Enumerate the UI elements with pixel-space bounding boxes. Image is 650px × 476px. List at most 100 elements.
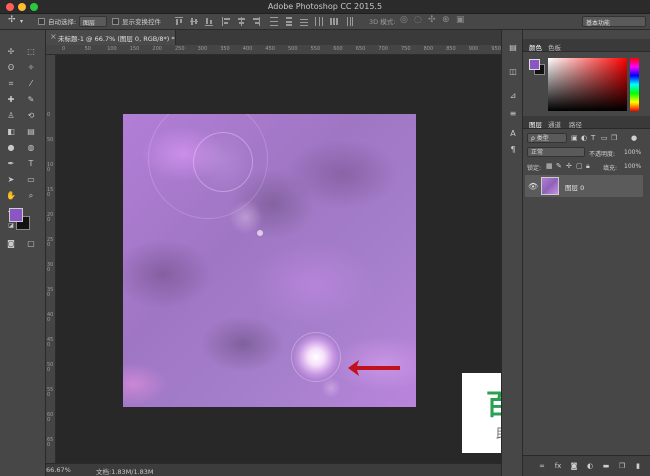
eraser-tool-icon[interactable]: ◧: [4, 126, 18, 137]
lock-position-icon[interactable]: ✢: [566, 162, 572, 170]
distribute-top-icon[interactable]: [270, 17, 278, 26]
layer-name[interactable]: 图层 0: [565, 182, 584, 192]
zoom-tool-icon[interactable]: ⌕: [24, 190, 38, 201]
foreground-color-swatch[interactable]: [9, 208, 23, 222]
align-right-icon[interactable]: [252, 17, 260, 26]
distribute-hcenter-icon[interactable]: [330, 17, 338, 26]
move-tool-icon[interactable]: ✢: [8, 15, 16, 25]
auto-select-dropdown[interactable]: 图层: [79, 16, 107, 27]
tab-layers[interactable]: 图层: [529, 119, 542, 129]
trash-icon[interactable]: ▮: [633, 461, 643, 471]
layer-effects-icon[interactable]: fx: [553, 461, 563, 471]
show-transform-checkbox[interactable]: [112, 18, 119, 25]
clone-stamp-tool-icon[interactable]: ♙: [4, 110, 18, 121]
gradient-tool-icon[interactable]: ▤: [24, 126, 38, 137]
properties-panel-icon[interactable]: ◫: [507, 66, 519, 77]
blend-mode-dropdown[interactable]: 正常: [527, 147, 585, 157]
paragraph-panel-icon[interactable]: ¶: [507, 144, 519, 155]
layer-mask-icon[interactable]: ◙: [569, 461, 579, 471]
character-panel-icon[interactable]: A: [507, 128, 519, 139]
adjustment-layer-icon[interactable]: ◐: [585, 461, 595, 471]
rectangle-tool-icon[interactable]: ▭: [24, 174, 38, 185]
fill-value[interactable]: 100%: [624, 163, 641, 170]
filter-pixel-icon[interactable]: ▣: [571, 134, 578, 142]
history-brush-tool-icon[interactable]: ⟲: [24, 110, 38, 121]
opacity-label: 不透明度:: [589, 151, 616, 158]
lock-pixels-icon[interactable]: ✎: [556, 162, 562, 170]
zoom-level[interactable]: 66.67%: [46, 466, 71, 474]
document-size-info[interactable]: 文档:1.83M/1.83M: [96, 466, 154, 476]
lock-artboard-icon[interactable]: ▢: [576, 162, 583, 170]
color-picker-field[interactable]: [548, 58, 627, 111]
tab-swatches[interactable]: 色板: [548, 42, 561, 52]
filter-adjustment-icon[interactable]: ◐: [581, 134, 587, 142]
crop-tool-icon[interactable]: ⌗: [4, 78, 18, 89]
quick-mask-icon[interactable]: ◙: [4, 238, 18, 249]
tab-channels[interactable]: 通道: [548, 119, 561, 129]
distribute-vcenter-icon[interactable]: [285, 17, 293, 26]
chevron-down-icon[interactable]: ▾: [20, 17, 23, 27]
opacity-value[interactable]: 100%: [624, 149, 641, 156]
tab-color[interactable]: 颜色: [529, 42, 542, 52]
lock-all-icon[interactable]: 🔒︎: [586, 162, 590, 171]
workspace-dropdown[interactable]: 基本功能: [582, 16, 646, 27]
pen-tool-icon[interactable]: ✒: [4, 158, 18, 169]
magic-wand-tool-icon[interactable]: ✧: [24, 62, 38, 73]
screen-mode-icon[interactable]: ▢: [24, 238, 38, 249]
layer-row[interactable]: 👁︎ 图层 0: [525, 175, 643, 197]
lasso-tool-icon[interactable]: ʘ: [4, 62, 18, 73]
eyedropper-tool-icon[interactable]: ⁄: [24, 78, 38, 89]
brush-tool-icon[interactable]: ✎: [24, 94, 38, 105]
marquee-tool-icon[interactable]: ⬚: [24, 46, 38, 57]
ruler-tick-label: 500: [288, 46, 298, 52]
foreground-color-swatch[interactable]: [529, 59, 540, 70]
ruler-tick-label: 200: [152, 46, 162, 52]
document-tab[interactable]: × 未标题-1 @ 66.7% (图层 0, RGB/8*) *: [46, 30, 176, 45]
align-vcenter-icon[interactable]: [190, 17, 198, 26]
3d-scale-icon[interactable]: ▣: [456, 15, 465, 25]
filter-smart-object-icon[interactable]: ❐: [611, 134, 617, 142]
align-top-icon[interactable]: [175, 17, 183, 26]
eye-icon[interactable]: 👁︎: [528, 182, 538, 191]
layer-thumbnail: [541, 177, 559, 195]
filter-shape-icon[interactable]: ▭: [601, 134, 608, 142]
new-layer-icon[interactable]: ❐: [617, 461, 627, 471]
3d-rotate-icon[interactable]: ◎: [400, 15, 408, 25]
tab-paths[interactable]: 路径: [569, 119, 582, 129]
align-left-icon[interactable]: [222, 17, 230, 26]
type-tool-icon[interactable]: T: [24, 158, 38, 169]
3d-roll-icon[interactable]: ◌: [414, 15, 422, 25]
dodge-tool-icon[interactable]: ◍: [24, 142, 38, 153]
tools-panel: ✢ ⬚ ʘ ✧ ⌗ ⁄ ✚ ✎ ♙ ⟲ ◧ ▤ ● ◍ ✒ T ➤ ▭ ✋ ⌕ …: [0, 30, 46, 476]
close-icon[interactable]: ×: [50, 32, 57, 41]
horizontal-ruler[interactable]: 0 50 100 150 200 250 300 350 400 450 500 550 600 650 7…: [46, 45, 501, 55]
history-panel-icon[interactable]: ▤: [507, 42, 519, 53]
align-hcenter-icon[interactable]: [237, 17, 245, 26]
healing-brush-tool-icon[interactable]: ✚: [4, 94, 18, 105]
distribute-left-icon[interactable]: [315, 17, 323, 26]
3d-pan-icon[interactable]: ✣: [428, 15, 436, 25]
layers-panel-tabs: 图层 通道 路径: [523, 116, 650, 129]
layer-filter-dropdown[interactable]: ρ 类型: [527, 133, 567, 143]
ruler-tick-label: 900: [468, 46, 479, 52]
filter-toggle-icon[interactable]: ●: [631, 134, 637, 142]
3d-slide-icon[interactable]: ⊕: [442, 15, 450, 25]
filter-type-icon[interactable]: T: [591, 134, 595, 142]
annotation-arrow-icon: [348, 360, 400, 376]
new-group-icon[interactable]: ▬: [601, 461, 611, 471]
move-tool-icon[interactable]: ✢: [4, 46, 18, 57]
align-bottom-icon[interactable]: [205, 17, 213, 26]
path-selection-tool-icon[interactable]: ➤: [4, 174, 18, 185]
libraries-panel-icon[interactable]: ≡: [507, 108, 519, 119]
adjustments-panel-icon[interactable]: ⊿: [507, 90, 519, 101]
distribute-right-icon[interactable]: [345, 17, 353, 26]
vertical-ruler[interactable]: 0 50 100 150 200 250 300 350 400 450 500 550 600 650: [46, 55, 56, 463]
ruler-tick-label: 550: [310, 46, 321, 52]
hand-tool-icon[interactable]: ✋: [4, 190, 18, 201]
distribute-bottom-icon[interactable]: [300, 17, 308, 26]
lock-transparent-icon[interactable]: ▦: [546, 162, 553, 170]
blur-tool-icon[interactable]: ●: [4, 142, 18, 153]
auto-select-checkbox[interactable]: [38, 18, 45, 25]
hue-slider[interactable]: [630, 58, 639, 111]
link-layers-icon[interactable]: ∞: [537, 461, 547, 471]
